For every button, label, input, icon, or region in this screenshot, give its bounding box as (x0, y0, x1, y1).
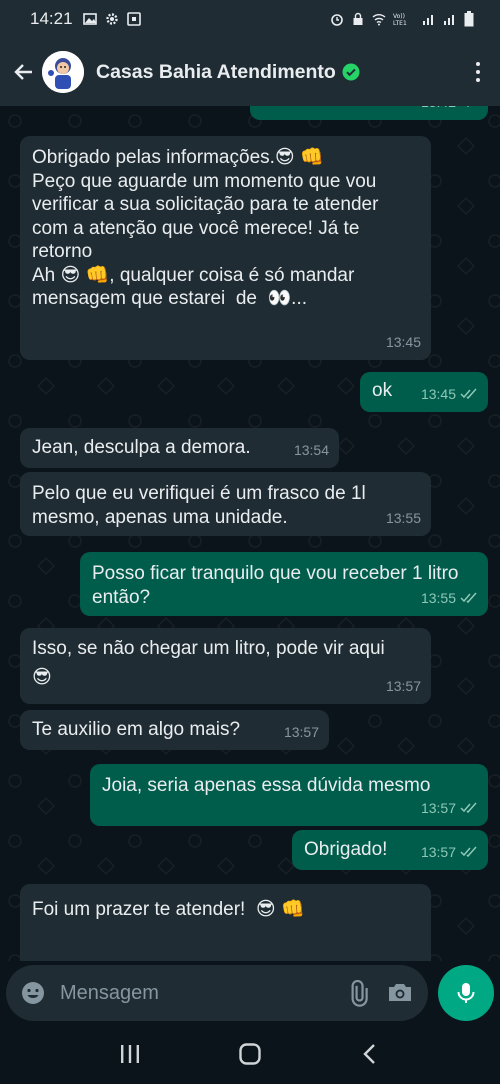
message-text: Pelo que eu verifiquei é um frasco de 1l… (32, 483, 372, 528)
message-text: Isso, se não chegar um litro, pode vir a… (32, 638, 385, 688)
system-navigation-bar (0, 1023, 500, 1084)
voice-record-button[interactable] (438, 965, 494, 1021)
message-composer (0, 961, 500, 1023)
lock-icon (353, 12, 363, 25)
message-time: 13:55 (420, 590, 456, 606)
verified-badge-icon (342, 63, 360, 81)
double-check-icon (460, 846, 477, 858)
message-outgoing[interactable]: Obrigado! 13:57 (292, 830, 488, 870)
settings-icon (105, 13, 118, 25)
message-input-container (6, 965, 428, 1021)
avatar[interactable] (42, 51, 84, 93)
arrow-left-icon (14, 64, 32, 80)
message-time: 13:45 (420, 386, 456, 402)
status-time: 14:21 (30, 9, 73, 28)
more-options-button[interactable] (466, 57, 490, 87)
message-text: Posso ficar tranquilo que vou receber 1 … (92, 563, 464, 608)
message-time: 13:54 (293, 442, 329, 458)
message-text: Joia, seria apenas essa dúvida mesmo (102, 775, 431, 796)
signal-2-icon (444, 15, 454, 25)
contact-name[interactable]: Casas Bahia Atendimento (96, 61, 336, 84)
message-outgoing[interactable]: ok 13:45 (360, 372, 488, 412)
home-button[interactable] (235, 1039, 265, 1069)
home-icon (239, 1042, 261, 1065)
chevron-left-icon (363, 1043, 375, 1064)
double-check-icon (460, 388, 477, 400)
gallery-icon (82, 13, 97, 25)
message-text: Foi um prazer te atender! 😎 👊 (32, 899, 305, 920)
message-text: Te auxilio em algo mais? (32, 719, 241, 740)
alarm-icon (331, 14, 343, 26)
message-time: 13:57 (385, 678, 421, 694)
recent-apps-icon (121, 1044, 139, 1063)
message-time: 13:55 (385, 510, 421, 526)
double-check-icon (460, 592, 477, 604)
back-nav-button[interactable] (355, 1039, 385, 1069)
battery-icon (464, 11, 474, 27)
paperclip-icon[interactable] (344, 979, 372, 1007)
message-time: 13:57 (283, 724, 319, 740)
message-outgoing[interactable]: 13:42 (250, 106, 488, 120)
svg-text:LTE1: LTE1 (393, 20, 407, 26)
wifi-icon (372, 14, 386, 26)
microphone-icon (457, 983, 475, 1003)
message-incoming[interactable]: Foi um prazer te atender! 😎 👊 (20, 884, 431, 961)
volte-icon: Vo))LTE1 (393, 13, 407, 26)
double-check-icon (460, 802, 477, 814)
recent-apps-button[interactable] (115, 1039, 145, 1069)
message-input[interactable] (60, 981, 330, 1005)
message-incoming[interactable]: Isso, se não chegar um litro, pode vir a… (20, 628, 431, 704)
mascot-avatar-icon (42, 51, 84, 93)
message-incoming[interactable]: Obrigado pelas informações.😎 👊 Peço que … (20, 136, 431, 360)
message-outgoing[interactable]: Posso ficar tranquilo que vou receber 1 … (80, 552, 488, 616)
message-time: 13:42 (421, 106, 456, 114)
message-incoming[interactable]: Pelo que eu verifiquei é um frasco de 1l… (20, 472, 431, 536)
message-time: 13:57 (420, 844, 456, 860)
status-bar: 14:21 Vo)) LTE1 (0, 0, 500, 38)
message-text: Obrigado pelas informações.😎 👊 Peço que … (32, 147, 379, 309)
message-text: Jean, desculpa a demora. (32, 437, 251, 458)
chat-area[interactable]: 13:42 Obrigado pelas informações.😎 👊 Peç… (0, 106, 500, 961)
message-incoming[interactable]: Te auxilio em algo mais? 13:57 (20, 710, 329, 750)
emoji-icon[interactable] (20, 980, 46, 1006)
svg-text:Vo)): Vo)) (393, 13, 405, 20)
message-incoming[interactable]: Jean, desculpa a demora. 13:54 (20, 428, 339, 468)
back-button[interactable] (10, 58, 38, 86)
camera-icon[interactable] (386, 979, 414, 1007)
message-time: 13:57 (420, 800, 456, 816)
signal-icon (423, 15, 433, 25)
message-time: 13:45 (385, 334, 421, 350)
screen-record-icon (126, 12, 141, 26)
double-check-icon (463, 106, 470, 108)
chat-header: Casas Bahia Atendimento (0, 38, 500, 106)
message-outgoing[interactable]: Joia, seria apenas essa dúvida mesmo 13:… (90, 764, 488, 826)
